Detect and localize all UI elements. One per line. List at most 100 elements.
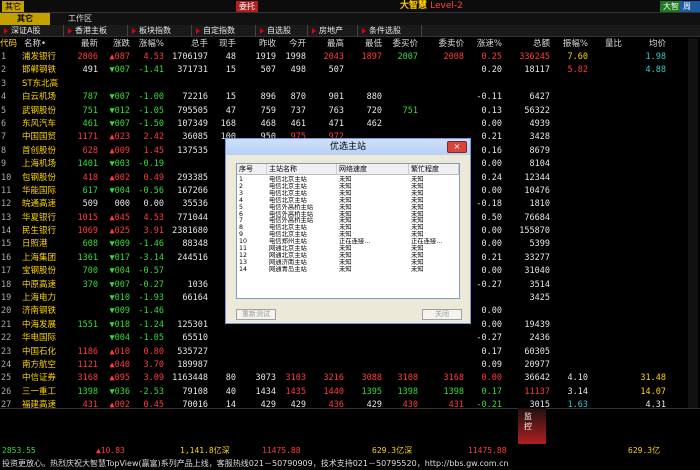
stock-name[interactable]: 济南钢铁 (22, 305, 70, 318)
server-row[interactable]: 1 电信北京主站 未知 未知 (237, 176, 459, 183)
stock-name[interactable]: 三一重工 (22, 386, 70, 399)
col-prev-close[interactable]: 昨收 (236, 38, 276, 50)
table-row[interactable]: 24 南方航空 1121 ▲040 3.70 189987 0.09 20977 (0, 359, 700, 372)
stock-name[interactable]: 华电国际 (22, 332, 70, 345)
col-pct[interactable]: 涨幅% (130, 38, 164, 50)
table-row[interactable]: 22 华电国际 ▼004 -1.05 65510 -0.27 2436 (0, 332, 700, 345)
stock-name[interactable]: 上海电力 (22, 292, 70, 305)
col-bid[interactable]: 委买价 (382, 38, 418, 50)
table-row[interactable]: 25 中信证券 3168 ▲095 3.09 1163448 80 3073 3103 3216 3… (0, 372, 700, 385)
server-row[interactable]: 7 电信外高桥主站 未知 未知 (237, 217, 459, 224)
col-low[interactable]: 最低 (344, 38, 382, 50)
row-number: 24 (1, 359, 12, 370)
stock-name[interactable]: 中原高速 (22, 279, 70, 292)
category-hk-main[interactable]: 香港主板 (66, 25, 128, 37)
server-col-index[interactable]: 序号 (237, 164, 267, 175)
top-badge-order[interactable]: 委托 (236, 1, 258, 12)
server-row[interactable]: 2 电信北京主站 未知 未知 (237, 183, 459, 190)
cell-avg: 31.48 (640, 373, 666, 384)
stock-name[interactable]: 华夏银行 (22, 212, 70, 225)
table-row[interactable]: 26 三一重工 1398 ▼036 -2.53 79108 40 1434 1435 1440 13… (0, 386, 700, 399)
table-row[interactable]: 4 白云机场 787 ▼007 -1.00 72216 15 896 870 901 880 -0.1… (0, 91, 700, 104)
stock-name[interactable]: 皖通高速 (22, 198, 70, 211)
stock-name[interactable]: 民生银行 (22, 225, 70, 238)
stock-name[interactable]: 日照港 (22, 238, 70, 251)
stock-name[interactable]: 南方航空 (22, 359, 70, 372)
stock-name[interactable]: 首创股份 (22, 145, 70, 158)
category-screener[interactable]: 条件选股 (360, 25, 422, 37)
server-row[interactable]: 13 网通济南主站 未知 未知 (237, 259, 459, 266)
cell-last (70, 78, 98, 91)
stock-name[interactable]: 武钢股份 (22, 105, 70, 118)
col-volume[interactable]: 总手 (164, 38, 208, 50)
server-row[interactable]: 5 电信外高桥主站 未知 未知 (237, 204, 459, 211)
col-ask[interactable]: 委卖价 (418, 38, 464, 50)
col-last[interactable]: 最新 (70, 38, 98, 50)
stock-name[interactable]: 宝钢股份 (22, 265, 70, 278)
col-avg[interactable]: 均价 (622, 38, 666, 50)
category-custom-index[interactable]: 自定指数 (194, 25, 256, 37)
stock-name[interactable]: 华能国际 (22, 185, 70, 198)
stock-name[interactable]: 中国石化 (22, 346, 70, 359)
server-col-speed[interactable]: 网络速度 (337, 164, 409, 175)
server-col-name[interactable]: 主站名称 (267, 164, 337, 175)
col-current[interactable]: 现手 (208, 38, 236, 50)
stock-name[interactable]: 浦发银行 (22, 51, 70, 64)
table-row[interactable]: 3 ST东北高 (0, 78, 700, 91)
col-speed[interactable]: 涨速% (464, 38, 502, 50)
bottom-tab-strip[interactable] (0, 408, 510, 420)
cell-high: 1440 (323, 386, 344, 397)
col-amount[interactable]: 总额 (502, 38, 550, 50)
stock-name[interactable]: ST东北高 (22, 78, 70, 91)
category-realestate[interactable]: 房地产 (310, 25, 358, 37)
stock-name[interactable]: 白云机场 (22, 91, 70, 104)
category-watchlist[interactable]: 自选股 (258, 25, 308, 37)
server-row[interactable]: 10 电信郑州主站 正在连接... 正在连接... (237, 238, 459, 245)
table-row[interactable]: 23 中国石化 1186 ▲010 0.80 535727 0.17 60305 (0, 346, 700, 359)
server-row[interactable]: 8 电信北京主站 未知 未知 (237, 224, 459, 231)
server-row[interactable]: 14 网通青岛主站 未知 未知 (237, 266, 459, 273)
tab-other[interactable]: 其它 (0, 13, 50, 25)
stock-name[interactable]: 上海集团 (22, 252, 70, 265)
vertical-scrollbar[interactable] (688, 38, 698, 408)
col-code[interactable]: 代码 (0, 38, 20, 50)
monitor-widget[interactable]: 监控 (518, 408, 546, 444)
server-row[interactable]: 9 电信北京主站 未知 未知 (237, 231, 459, 238)
cell-prev: 507 (260, 65, 276, 76)
stock-name[interactable]: 中海发展 (22, 319, 70, 332)
tab-workspace[interactable]: 工作区 (68, 13, 92, 25)
stock-name[interactable]: 东风汽车 (22, 118, 70, 131)
server-row[interactable]: 11 网通北京主站 未知 未知 (237, 245, 459, 252)
top-badge-1[interactable]: 大智 (660, 1, 682, 12)
col-open[interactable]: 今开 (276, 38, 306, 50)
col-change[interactable]: 涨跌 (98, 38, 130, 50)
stock-name[interactable]: 邯郸钢铁 (22, 64, 70, 77)
table-row[interactable]: 6 东风汽车 461 ▼007 -1.50 107349 168 468 461 471 462 0.… (0, 118, 700, 131)
stock-name[interactable]: 中国国贸 (22, 131, 70, 144)
cell-vol: 771044 (177, 212, 208, 223)
top-badge-other[interactable]: 其它 (2, 1, 24, 12)
server-col-busy[interactable]: 繁忙程度 (409, 164, 459, 175)
top-badge-2[interactable]: 周期 (680, 1, 700, 22)
table-row[interactable]: 5 武钢股份 751 ▼012 -1.05 795505 47 759 737 763 720 751… (0, 105, 700, 118)
category-sector-index[interactable]: 板块指数 (130, 25, 192, 37)
stock-name[interactable]: 上海机场 (22, 158, 70, 171)
server-row[interactable]: 6 电信外高桥主站 未知 未知 (237, 211, 459, 218)
col-amplitude[interactable]: 振幅% (550, 38, 588, 50)
server-row[interactable]: 12 网通北京主站 未知 未知 (237, 252, 459, 259)
news-ticker[interactable]: 投资更放心。热烈庆祝大智慧TopView(赢富)系列产品上线，客服热线021－5… (0, 458, 700, 470)
cell-vr (588, 238, 622, 251)
col-vol-ratio[interactable]: 量比 (588, 38, 622, 50)
category-sz-a[interactable]: 深证A股 (2, 25, 64, 37)
dialog-close-icon[interactable]: × (447, 141, 467, 153)
col-name[interactable]: 名称• (24, 38, 70, 50)
stock-name[interactable]: 中信证券 (22, 372, 70, 385)
col-high[interactable]: 最高 (306, 38, 344, 50)
close-button[interactable]: 关闭 (422, 309, 462, 320)
table-row[interactable]: 1 浦发银行 2806 ▲087 4.53 1706197 48 1919 1998 2043 18… (0, 51, 700, 64)
server-row[interactable]: 4 电信北京主站 未知 未知 (237, 197, 459, 204)
table-row[interactable]: 2 邯郸钢铁 491 ▼007 -1.41 371731 15 507 498 507 0.20 18… (0, 64, 700, 77)
stock-name[interactable]: 包钢股份 (22, 172, 70, 185)
retest-button[interactable]: 重新测试 (236, 309, 276, 320)
server-row[interactable]: 3 电信北京主站 未知 未知 (237, 190, 459, 197)
